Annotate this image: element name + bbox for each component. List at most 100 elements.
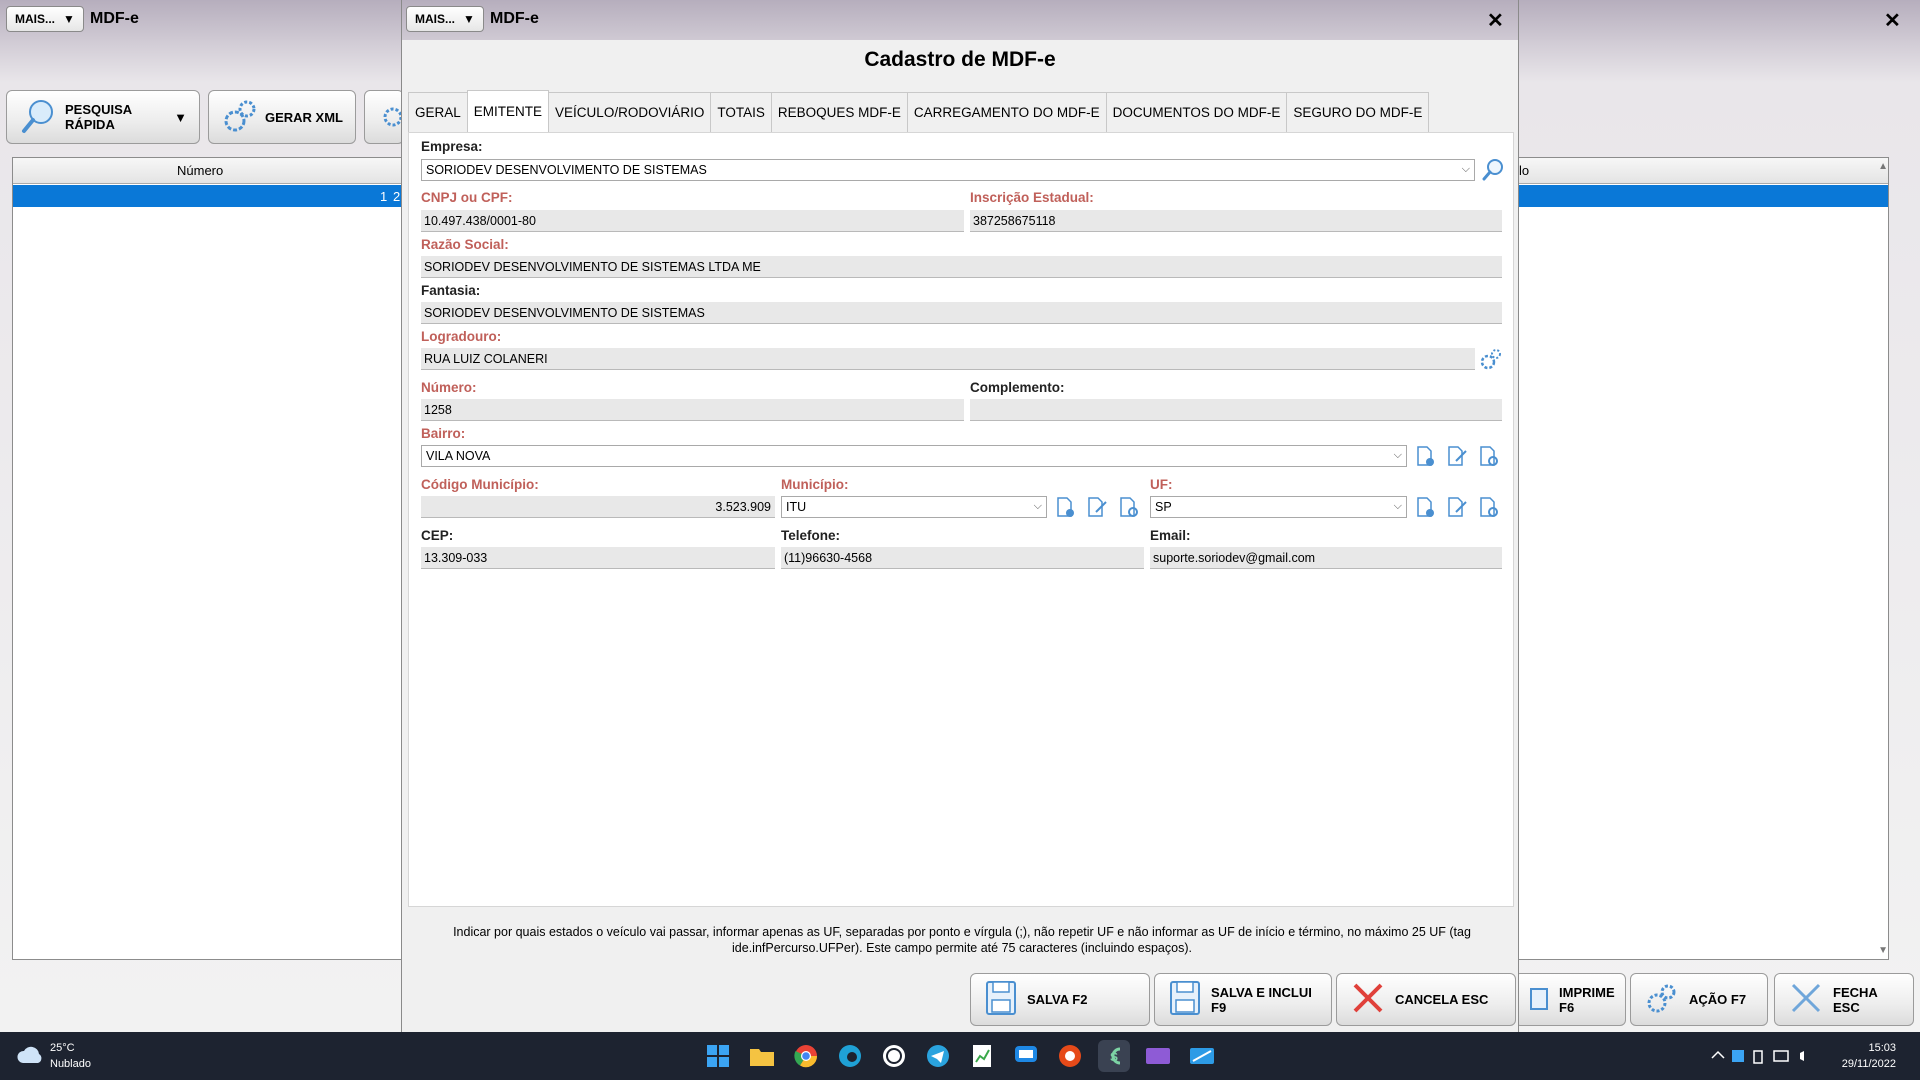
add-uf-icon[interactable] <box>1413 495 1437 519</box>
search-icon[interactable] <box>1481 157 1505 181</box>
weather-condition: Nublado <box>50 1058 91 1070</box>
edit-uf-icon[interactable] <box>1445 495 1469 519</box>
search-municipio-icon[interactable] <box>1117 495 1141 519</box>
telefone-field[interactable]: (11)96630-4568 <box>781 547 1144 569</box>
tab-veiculo-rodoviario[interactable]: VEÍCULO/RODOVIÁRIO <box>548 92 712 132</box>
column-right[interactable]: lo <box>1519 163 1529 178</box>
tab-carregamento[interactable]: CARREGAMENTO DO MDF-E <box>906 92 1107 132</box>
edit-municipio-icon[interactable] <box>1085 495 1109 519</box>
form-close-icon[interactable]: ✕ <box>1487 8 1504 33</box>
quick-search-button[interactable]: PESQUISA RÁPIDA ▼ <box>6 90 200 144</box>
codigo-municipio-field[interactable]: 3.523.909 <box>421 496 775 518</box>
column-numero[interactable]: Número <box>177 163 223 178</box>
form-window-titlebar <box>402 0 1518 40</box>
whatsapp-icon[interactable] <box>878 1040 910 1072</box>
form-more-button[interactable]: MAIS... ▼ <box>406 6 484 32</box>
start-icon[interactable] <box>702 1040 734 1072</box>
clock-time: 15:03 <box>1868 1042 1896 1054</box>
logradouro-field[interactable]: RUA LUIZ COLANERI <box>421 348 1475 370</box>
row-cell-next: 2 <box>393 189 401 204</box>
search-icon <box>19 96 59 139</box>
telegram-icon[interactable] <box>922 1040 954 1072</box>
media-app-icon[interactable] <box>1142 1040 1174 1072</box>
uf-select[interactable]: SP ⌵ <box>1150 496 1407 518</box>
taskbar: 25°C Nublado S 15:03 29/11/2022 <box>0 1032 1920 1080</box>
tab-documentos[interactable]: DOCUMENTOS DO MDF-E <box>1105 92 1288 132</box>
list-more-button[interactable]: MAIS... ▼ <box>6 6 84 32</box>
bairro-select[interactable]: VILA NOVA ⌵ <box>421 445 1407 467</box>
uf-value: SP <box>1155 500 1172 514</box>
print-button[interactable]: IMPRIME F6 <box>1514 973 1626 1026</box>
search-bairro-icon[interactable] <box>1477 444 1501 468</box>
print-label: IMPRIME F6 <box>1559 984 1615 1015</box>
floppy-disk-icon <box>985 980 1017 1019</box>
tab-reboques[interactable]: REBOQUES MDF-E <box>770 92 908 132</box>
fantasia-field[interactable]: SORIODEV DESENVOLVIMENTO DE SISTEMAS <box>421 302 1502 324</box>
tab-seguro[interactable]: SEGURO DO MDF-E <box>1286 92 1430 132</box>
numero-field[interactable]: 1258 <box>421 399 964 421</box>
form-more-label: MAIS... <box>415 12 456 26</box>
edge-icon[interactable] <box>834 1040 866 1072</box>
edit-bairro-icon[interactable] <box>1445 444 1469 468</box>
chevron-down-icon[interactable]: ▼ <box>174 110 187 125</box>
cep-field[interactable]: 13.309-033 <box>421 547 775 569</box>
generate-xml-button[interactable]: GERAR XML <box>208 90 356 144</box>
tab-emitente[interactable]: EMITENTE <box>466 90 550 132</box>
cancel-label: CANCELA ESC <box>1395 992 1489 1007</box>
scroll-down-icon[interactable]: ▼ <box>1878 945 1888 956</box>
antivirus-icon[interactable] <box>1054 1040 1086 1072</box>
action-button[interactable]: AÇÃO F7 <box>1630 973 1768 1026</box>
quick-search-label: PESQUISA RÁPIDA <box>65 102 132 132</box>
cloud-icon[interactable] <box>16 1044 44 1069</box>
chevron-down-icon: ⌵ <box>1461 163 1470 175</box>
list-close-icon[interactable]: ✕ <box>1884 8 1901 33</box>
chevron-down-icon: ▼ <box>463 12 475 26</box>
empresa-select[interactable]: SORIODEV DESENVOLVIMENTO DE SISTEMAS ⌵ <box>421 159 1475 181</box>
soriodev-app-icon[interactable]: S <box>1098 1040 1130 1072</box>
telefone-label: Telefone: <box>781 528 841 543</box>
gear-icon[interactable] <box>1479 347 1503 371</box>
email-field[interactable]: suporte.soriodev@gmail.com <box>1150 547 1502 569</box>
system-tray-icons[interactable] <box>1710 1048 1820 1067</box>
printer-icon <box>1529 983 1549 1016</box>
list-more-label: MAIS... <box>15 12 56 26</box>
search-uf-icon[interactable] <box>1477 495 1501 519</box>
ie-field[interactable]: 387258675118 <box>970 210 1502 232</box>
chat-app-icon[interactable] <box>1010 1040 1042 1072</box>
close-button[interactable]: FECHA ESC <box>1774 973 1914 1026</box>
help-text-line-2: ide.infPercurso.UFPer). Este campo permi… <box>732 941 1192 955</box>
toolbar-extra-button[interactable] <box>364 90 404 144</box>
municipio-value: ITU <box>786 500 807 514</box>
tab-geral[interactable]: GERAL <box>408 92 468 132</box>
scroll-up-icon[interactable]: ▲ <box>1878 161 1888 172</box>
row-cell-numero: 1 <box>380 189 388 204</box>
form-window-title: MDF-e <box>490 10 539 27</box>
remote-app-icon[interactable] <box>1186 1040 1218 1072</box>
municipio-label: Município: <box>781 477 849 492</box>
emitente-panel: Empresa: SORIODEV DESENVOLVIMENTO DE SIS… <box>408 132 1514 907</box>
save-button[interactable]: SALVA F2 <box>970 973 1150 1026</box>
empresa-label: Empresa: <box>421 139 483 154</box>
cep-label: CEP: <box>421 528 454 543</box>
razao-social-label: Razão Social: <box>421 237 509 252</box>
add-bairro-icon[interactable] <box>1413 444 1437 468</box>
add-municipio-icon[interactable] <box>1053 495 1077 519</box>
cancel-button[interactable]: CANCELA ESC <box>1336 973 1516 1026</box>
municipio-select[interactable]: ITU ⌵ <box>781 496 1047 518</box>
razao-social-field[interactable]: SORIODEV DESENVOLVIMENTO DE SISTEMAS LTD… <box>421 256 1502 278</box>
chrome-icon[interactable] <box>790 1040 822 1072</box>
generate-xml-label: GERAR XML <box>265 109 343 125</box>
complemento-field[interactable] <box>970 399 1502 421</box>
clock-date: 29/11/2022 <box>1841 1058 1896 1070</box>
close-label: FECHA ESC <box>1833 984 1878 1015</box>
save-label: SALVA F2 <box>1027 992 1088 1007</box>
cnpj-field[interactable]: 10.497.438/0001-80 <box>421 210 964 232</box>
gear-icon <box>377 101 403 134</box>
help-text-line-1: Indicar por quais estados o veículo vai … <box>453 925 1471 939</box>
cnpj-label: CNPJ ou CPF: <box>421 190 513 205</box>
tab-totais[interactable]: TOTAIS <box>710 92 772 132</box>
spreadsheet-icon[interactable] <box>966 1040 998 1072</box>
save-and-include-button[interactable]: SALVA E INCLUI F9 <box>1154 973 1332 1026</box>
action-label: AÇÃO F7 <box>1689 992 1747 1007</box>
file-explorer-icon[interactable] <box>746 1040 778 1072</box>
